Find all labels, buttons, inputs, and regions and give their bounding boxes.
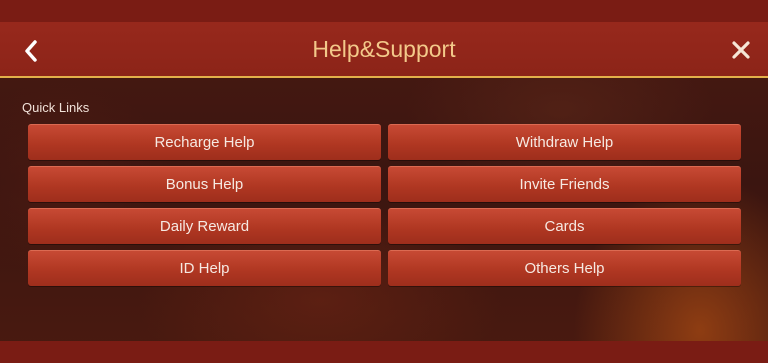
- others-help-button[interactable]: Others Help: [388, 250, 741, 286]
- quick-links-grid: Recharge Help Withdraw Help Bonus Help I…: [28, 124, 741, 286]
- header-top-strip: [0, 0, 768, 22]
- withdraw-help-button[interactable]: Withdraw Help: [388, 124, 741, 160]
- page-title: Help&Support: [312, 36, 456, 62]
- recharge-help-button[interactable]: Recharge Help: [28, 124, 381, 160]
- footer-strip: [0, 341, 768, 363]
- id-help-button[interactable]: ID Help: [28, 250, 381, 286]
- daily-reward-button[interactable]: Daily Reward: [28, 208, 381, 244]
- close-icon: [732, 41, 750, 59]
- header-bar: Help&Support: [0, 0, 768, 78]
- close-button[interactable]: [726, 35, 756, 65]
- cards-button[interactable]: Cards: [388, 208, 741, 244]
- bonus-help-button[interactable]: Bonus Help: [28, 166, 381, 202]
- invite-friends-button[interactable]: Invite Friends: [388, 166, 741, 202]
- help-support-screen: Help&Support Quick Links Recharge Help W…: [0, 0, 768, 363]
- quick-links-label: Quick Links: [22, 100, 90, 115]
